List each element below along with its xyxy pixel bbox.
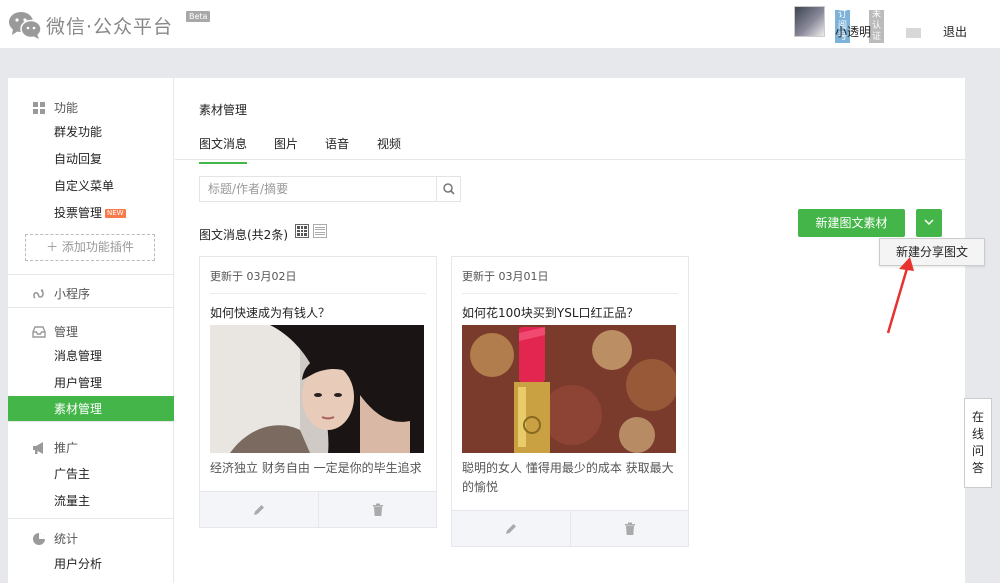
new-news-button[interactable]: 新建图文素材 (798, 209, 905, 237)
top-bar: 微信·公众平台 Beta 订阅号 未认证 小透明 退出 (0, 0, 1000, 48)
add-plugin-label: 添加功能插件 (61, 240, 134, 254)
sidebar-group-label: 管理 (54, 325, 79, 339)
card-date: 更新于 03月02日 (210, 270, 297, 283)
sidebar-group-function: 功能 (32, 99, 78, 116)
tab-voice[interactable]: 语音 (325, 135, 349, 152)
avatar[interactable] (794, 6, 825, 37)
sidebar-group-label: 小程序 (54, 287, 91, 301)
main-container: 功能 群发功能 自动回复 自定义菜单 投票管理 NEW ＋ 添加功能插件 小程序 … (8, 78, 985, 583)
sidebar-group-label: 推广 (54, 441, 79, 455)
sidebar-group-label: 统计 (54, 532, 79, 546)
tab-news[interactable]: 图文消息 (199, 135, 248, 164)
sidebar-group-label: 功能 (54, 101, 79, 115)
search-button[interactable] (436, 177, 460, 201)
card-title[interactable]: 如何快速成为有钱人？ (210, 304, 330, 321)
search-input[interactable] (200, 177, 436, 201)
logout-link[interactable]: 退出 (943, 23, 967, 40)
divider (462, 293, 678, 294)
new-dropdown-toggle[interactable] (916, 209, 942, 237)
trash-icon (625, 522, 635, 535)
tab-images[interactable]: 图片 (274, 135, 298, 152)
online-qa-button[interactable]: 在线问答 (964, 398, 992, 488)
sidebar-item-advertiser[interactable]: 广告主 (8, 461, 174, 487)
card-cover-image (210, 325, 424, 453)
wechat-logo-icon (8, 10, 42, 40)
divider (8, 307, 174, 308)
edit-button[interactable] (200, 492, 318, 527)
pencil-icon (506, 524, 516, 534)
sidebar-item-users[interactable]: 用户管理 (8, 370, 174, 396)
card-actions (200, 491, 436, 527)
search-box (199, 176, 461, 202)
card-description: 经济独立 财务自由 一定是你的毕生追求 (210, 461, 422, 475)
page-title: 素材管理 (199, 103, 248, 117)
megaphone-icon (32, 441, 46, 455)
card-cover-image (462, 325, 676, 453)
delete-button[interactable] (318, 492, 436, 527)
delete-button[interactable] (570, 511, 688, 546)
news-card[interactable]: 更新于 03月02日 如何快速成为有钱人？ 经济独立 财务自由 一定是你的毕生追… (199, 256, 437, 528)
online-qa-label: 在线问答 (971, 410, 984, 475)
sidebar-item-auto-reply[interactable]: 自动回复 (8, 146, 174, 172)
divider (210, 293, 426, 294)
mini-program-icon (32, 287, 46, 301)
sidebar-group-statistics: 统计 (32, 530, 78, 547)
sidebar-group-promotion: 推广 (32, 439, 78, 456)
account-cert-badge: 未认证 (869, 10, 885, 43)
sidebar-group-mini-program[interactable]: 小程序 (32, 285, 90, 302)
tab-bar: 图文消息 图片 语音 视频 (175, 132, 965, 164)
grid-view-icon[interactable] (295, 224, 309, 238)
card-title[interactable]: 如何花100块买到YSL口红正品？ (462, 304, 639, 321)
new-badge: NEW (105, 209, 126, 218)
sidebar-item-materials[interactable]: 素材管理 (8, 396, 174, 422)
sidebar-item-custom-menu[interactable]: 自定义菜单 (8, 173, 174, 199)
plus-icon: ＋ (46, 240, 59, 254)
divider (8, 518, 174, 519)
annotation-arrow (886, 257, 914, 334)
edit-button[interactable] (452, 511, 570, 546)
logo-text: 微信·公众平台 (46, 15, 174, 38)
card-date: 更新于 03月01日 (462, 270, 549, 283)
divider (8, 421, 174, 422)
main-content: 素材管理 图文消息 图片 语音 视频 图文消息(共2条) 新建图文素材 新建分享… (175, 78, 985, 583)
search-icon (443, 183, 455, 195)
pie-chart-icon (32, 532, 46, 546)
sidebar-item-messages[interactable]: 消息管理 (8, 343, 174, 369)
chevron-down-icon (924, 219, 934, 226)
sidebar-item-vote[interactable]: 投票管理 NEW (8, 200, 174, 226)
list-view-icon[interactable] (313, 224, 327, 238)
username[interactable]: 小透明 (835, 23, 871, 40)
add-plugin-button[interactable]: ＋ 添加功能插件 (25, 234, 155, 261)
pencil-icon (254, 505, 264, 515)
sidebar-group-manage: 管理 (32, 323, 78, 340)
grid-icon (32, 101, 46, 115)
sidebar-item-traffic[interactable]: 流量主 (8, 488, 174, 514)
sidebar-item-mass-send[interactable]: 群发功能 (8, 119, 174, 145)
beta-badge: Beta (186, 11, 211, 22)
mail-icon[interactable] (906, 28, 921, 38)
sidebar-item-label: 投票管理 (54, 206, 103, 220)
trash-icon (373, 503, 383, 516)
inbox-icon (32, 325, 46, 339)
divider (8, 274, 174, 275)
sidebar: 功能 群发功能 自动回复 自定义菜单 投票管理 NEW ＋ 添加功能插件 小程序 … (8, 78, 174, 583)
card-actions (452, 510, 688, 546)
card-description: 聪明的女人 懂得用最少的成本 获取最大的愉悦 (462, 461, 674, 494)
tab-video[interactable]: 视频 (377, 135, 401, 152)
news-count-label: 图文消息(共2条) (199, 228, 288, 242)
sidebar-item-user-analysis[interactable]: 用户分析 (8, 551, 174, 577)
wechat-logo[interactable]: 微信·公众平台 (8, 10, 173, 40)
news-card[interactable]: 更新于 03月01日 如何花100块买到YSL口红正品？ 聪明的女人 懂得用最少… (451, 256, 689, 547)
